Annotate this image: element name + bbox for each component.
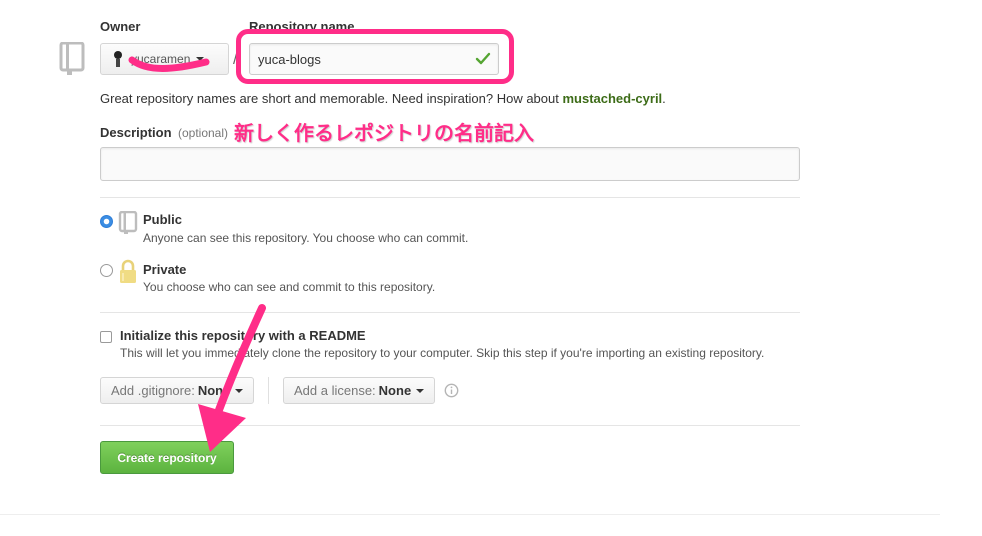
annotation-text: 新しく作るレポジトリの名前記入 [234, 123, 534, 145]
repo-book-icon [58, 41, 86, 76]
info-icon[interactable] [444, 383, 459, 398]
private-radio[interactable] [100, 264, 113, 277]
name-suggestion: Great repository names are short and mem… [100, 91, 666, 106]
description-label: Description (optional) [100, 124, 228, 142]
public-radio[interactable] [100, 215, 113, 228]
private-description: You choose who can see and commit to thi… [143, 280, 436, 294]
readme-checkbox[interactable] [100, 331, 112, 343]
footer-divider [0, 514, 940, 515]
public-repo-icon [118, 210, 138, 235]
license-prefix: Add a license: [294, 383, 376, 398]
gitignore-prefix: Add .gitignore: [111, 383, 195, 398]
suggestion-text: Great repository names are short and mem… [100, 91, 563, 106]
description-input[interactable] [100, 147, 800, 181]
lock-icon [118, 259, 138, 285]
annotation-highlight-box [236, 29, 514, 84]
arrow-annotation [190, 300, 280, 460]
suggestion-end: . [662, 91, 666, 106]
description-label-text: Description [100, 125, 172, 140]
license-value: None [378, 383, 412, 398]
avatar [111, 50, 125, 68]
license-select[interactable]: Add a license: None [283, 377, 435, 404]
divider [100, 197, 800, 198]
owner-label: Owner [100, 19, 141, 34]
chevron-down-icon [416, 388, 425, 393]
private-title: Private [143, 262, 187, 277]
scribble-redaction [128, 50, 210, 74]
public-title: Public [143, 212, 183, 227]
description-optional: (optional) [177, 126, 228, 140]
suggestion-name-link[interactable]: mustached-cyril [562, 91, 662, 106]
public-description: Anyone can see this repository. You choo… [143, 231, 469, 245]
